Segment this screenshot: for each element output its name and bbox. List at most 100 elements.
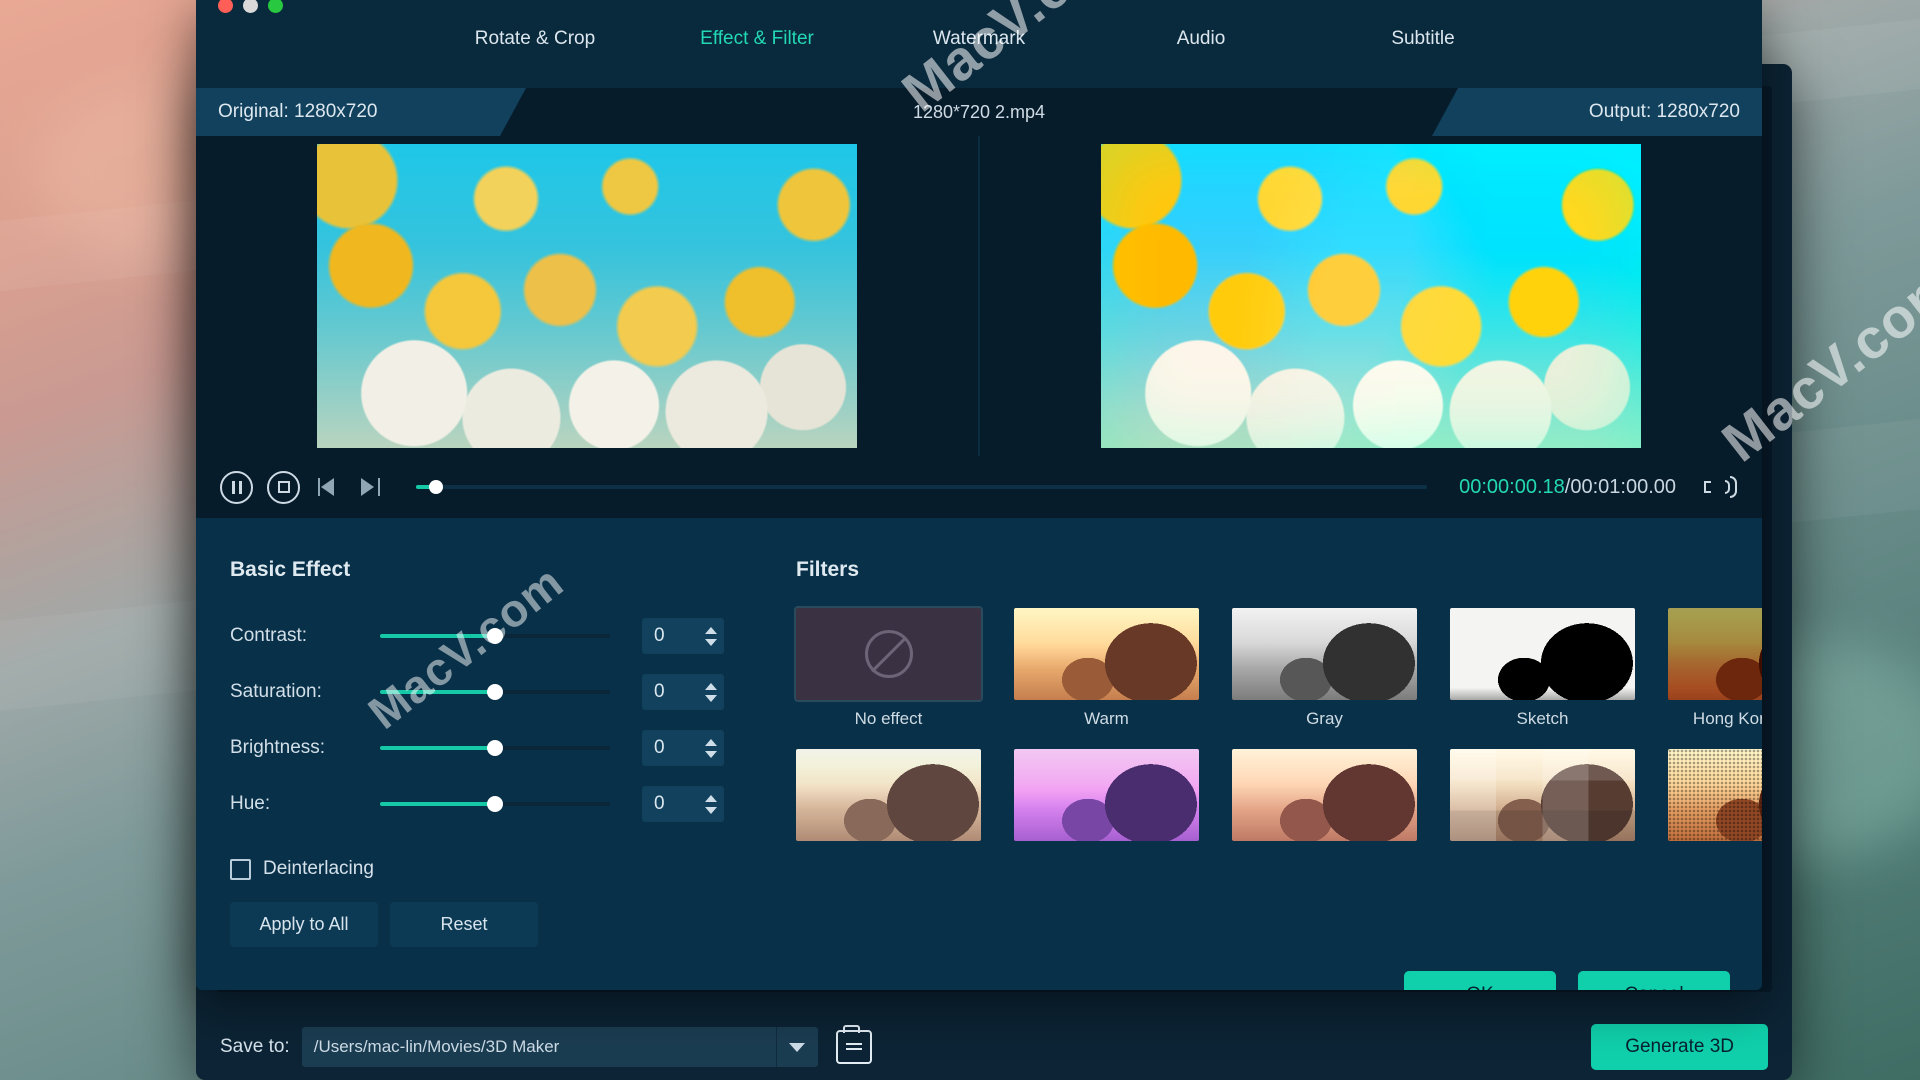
prev-triangle — [321, 478, 334, 496]
saturation-value: 0 — [654, 681, 665, 702]
filter-label: No effect — [854, 709, 923, 728]
speaker-body — [1704, 481, 1711, 493]
filter-grain[interactable] — [1668, 749, 1762, 850]
filter-label: Warm — [1084, 709, 1129, 728]
contrast-value: 0 — [654, 625, 665, 646]
close-button[interactable] — [218, 0, 233, 13]
apply-to-all-button[interactable]: Apply to All — [230, 902, 378, 947]
hue-stepper[interactable]: 0 — [642, 786, 724, 822]
output-preview-pane — [978, 136, 1762, 456]
thumb-image — [796, 749, 981, 841]
filter-thumbnail — [796, 749, 981, 841]
tab-audio[interactable]: Audio — [1090, 28, 1312, 50]
stepper-down-icon[interactable] — [705, 806, 717, 814]
filter-thumbnail — [1232, 608, 1417, 700]
chevron-down-icon — [789, 1042, 806, 1052]
deinterlacing-label: Deinterlacing — [263, 858, 374, 879]
brightness-stepper[interactable]: 0 — [642, 730, 724, 766]
saturation-slider[interactable] — [380, 684, 610, 700]
stepper-down-icon[interactable] — [705, 694, 717, 702]
folder-icon[interactable] — [835, 1025, 872, 1064]
filter-mosaic[interactable] — [1450, 749, 1635, 850]
stepper-arrows — [698, 786, 724, 822]
minimize-button[interactable] — [243, 0, 258, 13]
filter-no-effect[interactable]: No effect — [794, 606, 983, 729]
contrast-label: Contrast: — [230, 625, 308, 646]
ok-button[interactable]: OK — [1404, 971, 1556, 990]
output-resolution-panel: Output: 1280x720 — [1432, 88, 1762, 136]
next-bar — [378, 478, 380, 496]
filter-warm[interactable]: Warm — [1014, 608, 1199, 729]
tab-effect-filter[interactable]: Effect & Filter — [646, 28, 868, 50]
brightness-slider[interactable] — [380, 740, 610, 756]
thumb-image — [1014, 749, 1199, 841]
stepper-up-icon[interactable] — [705, 682, 717, 690]
current-time: 00:00:00.18 — [1459, 475, 1565, 498]
tab-rotate-crop[interactable]: Rotate & Crop — [424, 28, 646, 50]
slider-knob[interactable] — [487, 740, 503, 756]
tab-watermark[interactable]: Watermark — [868, 28, 1090, 50]
filter-label: Sketch — [1516, 709, 1569, 728]
transport-bar: 00:00:00.18/00:01:00.00 — [196, 456, 1762, 518]
filter-thumbnail — [1450, 749, 1635, 841]
slider-knob[interactable] — [487, 796, 503, 812]
filter-pale[interactable] — [796, 749, 981, 850]
volume-icon[interactable] — [1704, 475, 1738, 499]
thumb-image — [1232, 608, 1417, 700]
stepper-down-icon[interactable] — [705, 750, 717, 758]
filter-pink[interactable] — [1232, 749, 1417, 850]
stop-icon[interactable] — [267, 470, 300, 504]
filter-purple[interactable] — [1014, 749, 1199, 850]
filter-thumbnail — [1668, 749, 1762, 841]
filter-thumbnail — [794, 606, 983, 702]
grain-overlay — [1668, 749, 1762, 841]
filter-hong-kong-movie[interactable]: Hong Kong Movie — [1668, 608, 1762, 729]
slider-fill — [380, 634, 495, 638]
reset-button[interactable]: Reset — [390, 902, 538, 947]
hue-value: 0 — [654, 793, 665, 814]
original-video-frame — [317, 144, 857, 448]
brightness-row: Brightness: 0 — [230, 720, 786, 776]
generate-3d-button[interactable]: Generate 3D — [1591, 1024, 1768, 1070]
pause-icon[interactable] — [220, 470, 253, 504]
deinterlacing-row: Deinterlacing — [230, 858, 786, 880]
thumb-image — [1668, 608, 1762, 700]
volume-wave-2 — [1730, 476, 1737, 498]
hue-slider[interactable] — [380, 796, 610, 812]
stepper-up-icon[interactable] — [705, 626, 717, 634]
skip-previous-icon[interactable] — [314, 474, 342, 500]
deinterlacing-checkbox[interactable] — [230, 858, 251, 880]
seek-slider[interactable] — [416, 479, 1428, 495]
stepper-arrows — [698, 730, 724, 766]
window-controls — [218, 0, 283, 13]
prev-bar — [318, 478, 320, 496]
slider-fill — [380, 746, 495, 750]
no-effect-icon — [864, 630, 913, 678]
slider-knob[interactable] — [487, 684, 503, 700]
eye-outline — [518, 102, 522, 123]
filter-gray[interactable]: Gray — [1232, 608, 1417, 729]
maximize-button[interactable] — [268, 0, 283, 13]
tab-subtitle[interactable]: Subtitle — [1312, 28, 1534, 50]
slider-knob[interactable] — [487, 628, 503, 644]
save-path-dropdown[interactable] — [775, 1027, 818, 1067]
next-triangle — [361, 478, 374, 496]
dialog-titlebar: Rotate & Crop Effect & Filter Watermark … — [196, 0, 1762, 88]
cancel-button[interactable]: Cancel — [1578, 971, 1730, 990]
stepper-up-icon[interactable] — [705, 738, 717, 746]
original-resolution-panel: Original: 1280x720 — [196, 88, 526, 136]
total-time: /00:01:00.00 — [1564, 475, 1676, 498]
save-path-field[interactable]: /Users/mac-lin/Movies/3D Maker — [301, 1027, 818, 1067]
basic-effect-panel: Basic Effect Contrast: 0 Saturation: 0 B… — [196, 518, 786, 947]
stepper-down-icon[interactable] — [705, 638, 717, 646]
saturation-stepper[interactable]: 0 — [642, 674, 724, 710]
filter-sketch[interactable]: Sketch — [1450, 608, 1635, 729]
stepper-up-icon[interactable] — [705, 794, 717, 802]
contrast-stepper[interactable]: 0 — [642, 618, 724, 654]
effect-filter-dialog: Rotate & Crop Effect & Filter Watermark … — [196, 0, 1762, 990]
filter-thumbnail — [1668, 608, 1762, 700]
skip-next-icon[interactable] — [356, 474, 384, 500]
seek-knob[interactable] — [429, 480, 444, 494]
contrast-slider[interactable] — [380, 628, 610, 644]
brightness-label: Brightness: — [230, 737, 326, 758]
